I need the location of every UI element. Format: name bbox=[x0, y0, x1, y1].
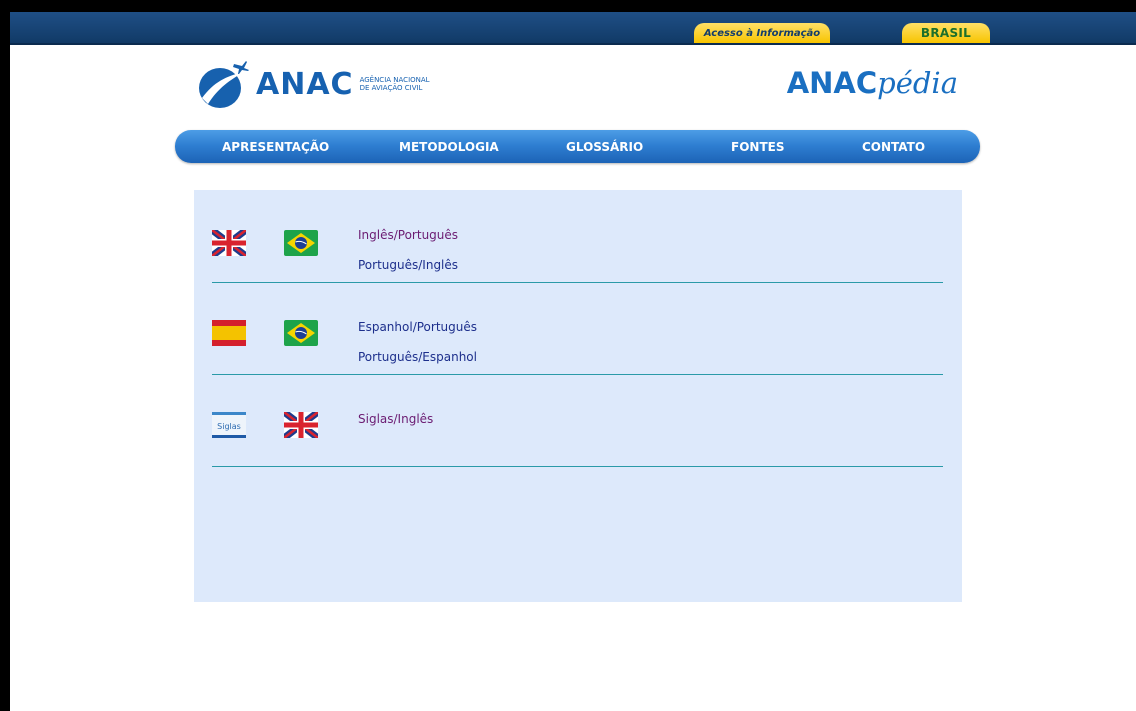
nav-apresentacao[interactable]: APRESENTAÇÃO bbox=[222, 130, 329, 163]
dictionary-section-siglas: Siglas Siglas/Inglês bbox=[212, 410, 943, 468]
section-divider bbox=[212, 466, 943, 467]
nav-metodologia[interactable]: METODOLOGIA bbox=[399, 130, 499, 163]
site-title[interactable]: ANACpédia bbox=[787, 66, 958, 100]
dictionary-section-en-pt: Inglês/Português Português/Inglês bbox=[212, 226, 943, 284]
link-espanhol-portugues[interactable]: Espanhol/Português bbox=[358, 320, 477, 334]
anac-logo[interactable]: ANAC AGÊNCIA NACIONAL DE AVIAÇÃO CIVIL bbox=[196, 58, 430, 110]
nav-fontes[interactable]: FONTES bbox=[731, 130, 784, 163]
logo-subtitle-line2: DE AVIAÇÃO CIVIL bbox=[359, 84, 423, 92]
link-portugues-espanhol[interactable]: Português/Espanhol bbox=[358, 350, 477, 364]
spain-flag-icon[interactable] bbox=[212, 320, 246, 346]
site-title-bold: ANAC bbox=[786, 66, 878, 100]
main-nav: APRESENTAÇÃO METODOLOGIA GLOSSÁRIO FONTE… bbox=[175, 130, 980, 163]
link-portugues-ingles[interactable]: Português/Inglês bbox=[358, 258, 458, 272]
site-title-italic: pédia bbox=[877, 66, 958, 100]
link-ingles-portugues[interactable]: Inglês/Português bbox=[358, 228, 458, 242]
logo-subtitle-line1: AGÊNCIA NACIONAL bbox=[359, 76, 430, 84]
nav-glossario[interactable]: GLOSSÁRIO bbox=[566, 130, 643, 163]
anac-globe-icon bbox=[199, 61, 249, 108]
logo-text: ANAC bbox=[256, 66, 354, 102]
window-frame-top bbox=[0, 0, 1136, 12]
window-frame-left bbox=[0, 0, 10, 711]
section-divider bbox=[212, 282, 943, 283]
siglas-icon[interactable]: Siglas bbox=[212, 412, 246, 438]
link-siglas-ingles[interactable]: Siglas/Inglês bbox=[358, 412, 433, 426]
brazil-flag-icon[interactable] bbox=[284, 230, 318, 256]
gov-top-bar: Acesso à Informação BRASIL bbox=[10, 12, 1136, 45]
dictionary-section-es-pt: Espanhol/Português Português/Espanhol bbox=[212, 318, 943, 376]
uk-flag-icon[interactable] bbox=[212, 230, 246, 256]
logo-subtitle: AGÊNCIA NACIONAL DE AVIAÇÃO CIVIL bbox=[360, 76, 430, 92]
section-divider bbox=[212, 374, 943, 375]
siglas-icon-label: Siglas bbox=[217, 422, 241, 431]
dictionary-panel: Inglês/Português Português/Inglês Espanh… bbox=[194, 190, 962, 602]
access-info-link[interactable]: Acesso à Informação bbox=[694, 23, 830, 43]
nav-contato[interactable]: CONTATO bbox=[862, 130, 925, 163]
brasil-link[interactable]: BRASIL bbox=[902, 23, 990, 43]
uk-flag-icon[interactable] bbox=[284, 412, 318, 438]
brazil-flag-icon[interactable] bbox=[284, 320, 318, 346]
